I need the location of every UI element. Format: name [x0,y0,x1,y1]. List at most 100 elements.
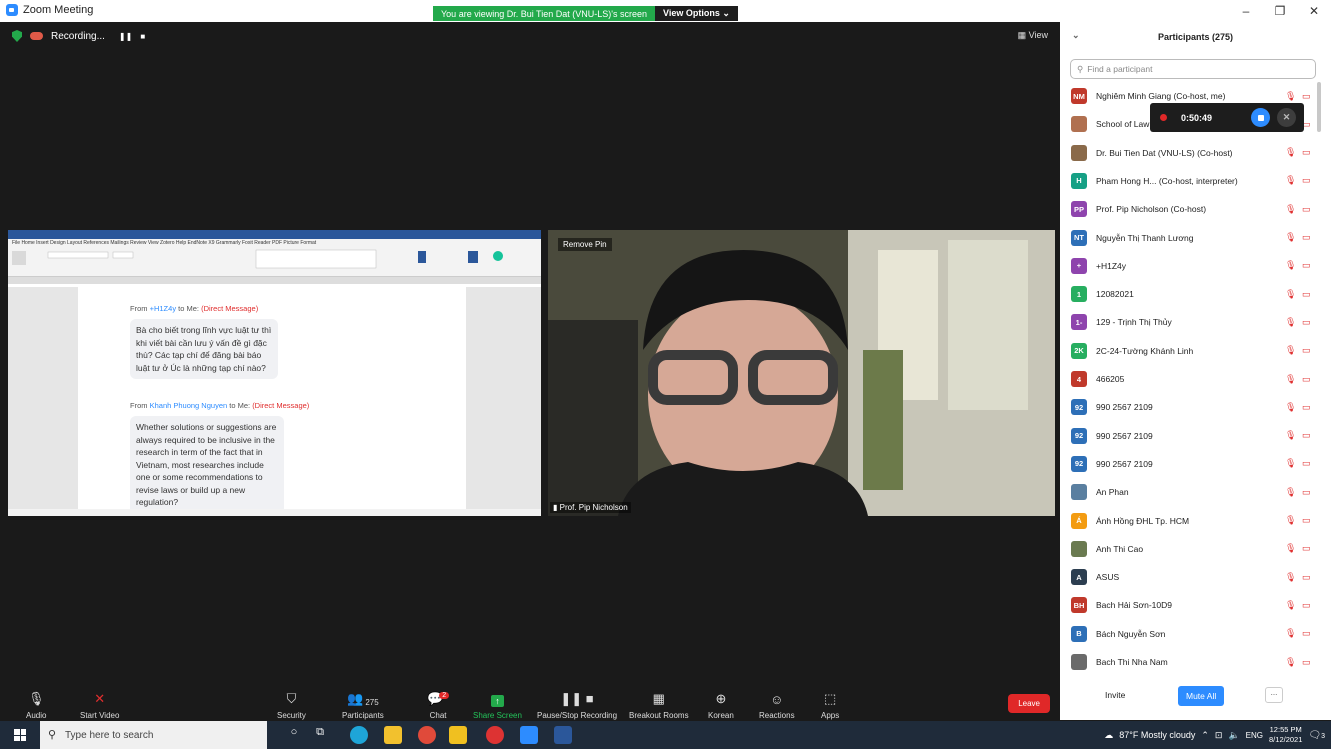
mic-muted-icon[interactable]: 🎙 [1285,147,1296,158]
video-off-icon[interactable]: ▭ [1302,175,1311,186]
network-icon[interactable]: ⊡ [1215,730,1223,741]
participant-row[interactable]: Á Ánh Hồng ĐHL Tp. HCM 🎙 ▭ [1060,507,1320,535]
video-off-icon[interactable]: ▭ [1302,147,1311,158]
participant-row[interactable]: 1- 129 - Trịnh Thị Thủy 🎙 ▭ [1060,308,1320,336]
audio-button[interactable]: 🎙 Audio [26,685,46,720]
reactions-button[interactable]: ☺ Reactions [759,685,795,720]
mic-muted-icon[interactable]: 🎙 [1285,572,1296,583]
video-off-icon[interactable]: ▭ [1302,91,1311,102]
participant-row[interactable]: H Pham Hong H... (Co-host, interpreter) 🎙 ▭ [1060,167,1320,195]
minimize-button[interactable]: – [1229,0,1263,22]
language-indicator[interactable]: ENG [1246,731,1263,740]
video-off-icon[interactable]: ▭ [1302,345,1311,356]
remove-pin-button[interactable]: Remove Pin [558,238,612,251]
video-off-icon[interactable]: ▭ [1302,204,1311,215]
participant-row[interactable]: An Phan 🎙 ▭ [1060,478,1320,506]
participant-list-scrollbar[interactable] [1317,82,1321,132]
video-off-icon[interactable]: ▭ [1302,260,1311,271]
windows-start-icon[interactable] [14,729,26,741]
video-tile-speaker[interactable]: Remove Pin ▮ Prof. Pip Nicholson [548,230,1055,516]
video-off-icon[interactable]: ▭ [1302,289,1311,300]
video-off-icon[interactable]: ▭ [1302,657,1311,668]
task-view-icon[interactable]: ⧉ [311,726,329,744]
restore-button[interactable]: ❐ [1263,0,1297,22]
pause-recording-icon[interactable]: ❚❚ [119,32,132,41]
participant-row[interactable]: BH Bach Hải Sơn-10D9 🎙 ▭ [1060,591,1320,619]
video-off-icon[interactable]: ▭ [1302,374,1311,385]
participant-search-input[interactable]: ⚲ Find a participant [1070,59,1316,79]
mic-muted-icon[interactable]: 🎙 [1285,430,1296,441]
interpretation-button[interactable]: ⊕ Korean [708,685,734,720]
word-taskbar-icon[interactable] [554,726,572,744]
video-off-icon[interactable]: ▭ [1302,572,1311,583]
edge-icon[interactable] [350,726,368,744]
view-options-button[interactable]: View Options ⌄ [655,6,738,21]
video-off-icon[interactable]: ▭ [1302,232,1311,243]
video-off-icon[interactable]: ▭ [1302,430,1311,441]
invite-button[interactable]: Invite [1105,690,1125,700]
mic-muted-icon[interactable]: 🎙 [1285,487,1296,498]
tray-chevron-icon[interactable]: ⌃ [1201,730,1209,741]
video-off-icon[interactable]: ▭ [1302,628,1311,639]
pause-stop-recording-button[interactable]: ❚❚ ■ Pause/Stop Recording [537,685,617,720]
participant-row[interactable]: PP Prof. Pip Nicholson (Co-host) 🎙 ▭ [1060,195,1320,223]
view-button[interactable]: ▦ View [1018,30,1048,41]
participant-row[interactable]: 1 12082021 🎙 ▭ [1060,280,1320,308]
mic-muted-icon[interactable]: 🎙 [1285,458,1296,469]
participant-row[interactable]: 92 990 2567 2109 🎙 ▭ [1060,450,1320,478]
cortana-icon[interactable]: ○ [285,726,303,744]
video-off-icon[interactable]: ▭ [1302,543,1311,554]
file-explorer-icon[interactable] [384,726,402,744]
participant-row[interactable]: Dr. Bui Tien Dat (VNU-LS) (Co-host) 🎙 ▭ [1060,139,1320,167]
mic-muted-icon[interactable]: 🎙 [1285,374,1296,385]
mic-muted-icon[interactable]: 🎙 [1285,600,1296,611]
sticky-notes-icon[interactable] [449,726,467,744]
weather-text[interactable]: 87°F Mostly cloudy [1119,730,1195,740]
mute-all-button[interactable]: Mute All [1178,686,1225,706]
participant-row[interactable]: B Bách Nguyễn Sơn 🎙 ▭ [1060,620,1320,648]
mic-muted-icon[interactable]: ✕ [1277,108,1296,127]
security-button[interactable]: ⛉ Security [277,685,306,720]
participant-row[interactable]: 4 466205 🎙 ▭ [1060,365,1320,393]
stop-share-button[interactable] [1251,108,1270,127]
mic-muted-icon[interactable]: 🎙 [1285,628,1296,639]
participants-button[interactable]: 👥 275 Participants [342,685,384,720]
mic-muted-icon[interactable]: 🎙 [1285,402,1296,413]
video-off-icon[interactable]: ▭ [1302,317,1311,328]
mic-muted-icon[interactable]: 🎙 [1285,543,1296,554]
mic-muted-icon[interactable]: 🎙 [1285,91,1296,102]
video-off-icon[interactable]: ▭ [1302,458,1311,469]
participant-row[interactable]: 92 990 2567 2109 🎙 ▭ [1060,393,1320,421]
encryption-shield-icon[interactable] [12,30,22,42]
video-off-icon[interactable]: ▭ [1302,402,1311,413]
participant-row[interactable]: Bach Thi Nha Nam 🎙 ▭ [1060,648,1320,676]
mic-muted-icon[interactable]: 🎙 [1285,345,1296,356]
volume-icon[interactable]: 🔈 [1228,730,1239,741]
mic-muted-icon[interactable]: 🎙 [1285,515,1296,526]
more-button[interactable]: ... [1265,687,1283,703]
mic-muted-icon[interactable]: 🎙 [1285,657,1296,668]
participant-row[interactable]: A ASUS 🎙 ▭ [1060,563,1320,591]
start-video-button[interactable]: ✕ Start Video [80,685,119,720]
chat-button[interactable]: 💬 2 Chat [427,685,450,720]
leave-button[interactable]: Leave [1008,694,1050,713]
notifications-icon[interactable]: 🗨3 [1308,730,1325,741]
apps-button[interactable]: ⬚ Apps [821,685,839,720]
participant-row[interactable]: + +H1Z4y 🎙 ▭ [1060,252,1320,280]
close-button[interactable]: ✕ [1297,0,1331,22]
shared-screen-tile[interactable]: File Home Insert Design Layout Reference… [8,230,541,516]
mic-muted-icon[interactable]: 🎙 [1285,289,1296,300]
mic-muted-icon[interactable]: 🎙 [1285,204,1296,215]
mic-muted-icon[interactable]: 🎙 [1285,232,1296,243]
participant-row[interactable]: Anh Thi Cao 🎙 ▭ [1060,535,1320,563]
mic-muted-icon[interactable]: 🎙 [1285,175,1296,186]
taskbar-clock[interactable]: 12:55 PM 8/12/2021 [1269,725,1302,745]
mic-muted-icon[interactable]: 🎙 [1285,260,1296,271]
video-off-icon[interactable]: ▭ [1302,600,1311,611]
breakout-rooms-button[interactable]: ▦ Breakout Rooms [629,685,689,720]
share-screen-button[interactable]: ↑ Share Screen [473,685,522,720]
participant-row[interactable]: 92 990 2567 2109 🎙 ▭ [1060,422,1320,450]
stop-recording-icon[interactable]: ■ [140,32,145,41]
zoom-taskbar-icon[interactable] [520,726,538,744]
video-off-icon[interactable]: ▭ [1302,487,1311,498]
